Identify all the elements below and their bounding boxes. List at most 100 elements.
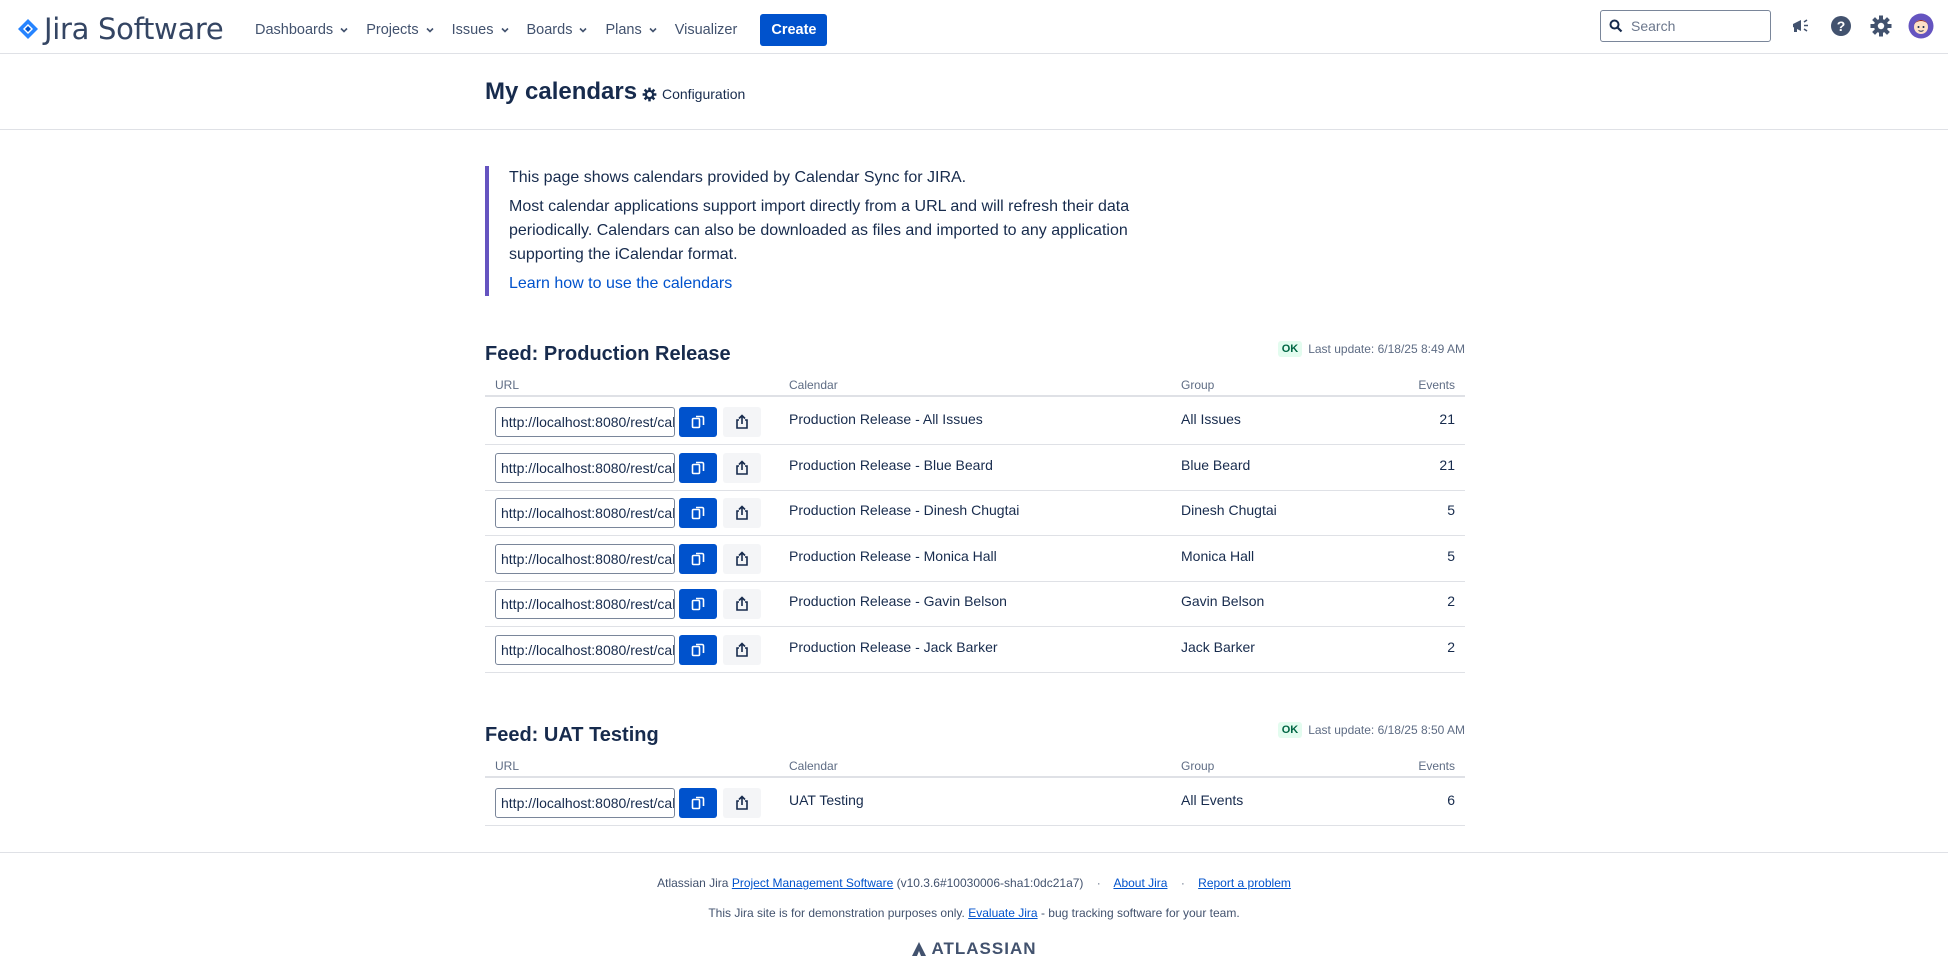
atlassian-triangle-icon	[912, 942, 927, 956]
group-name: Jack Barker	[1181, 638, 1255, 655]
feed-title: Feed: Production Release	[485, 343, 731, 365]
svg-text:?: ?	[1837, 18, 1846, 34]
download-calendar-button[interactable]	[723, 452, 761, 483]
about-jira-link[interactable]: About Jira	[1113, 876, 1167, 890]
col-events: Events	[1418, 378, 1455, 392]
copy-icon	[691, 796, 705, 810]
atlassian-logo[interactable]: ATLASSIAN	[0, 939, 1948, 959]
chevron-down-icon	[340, 27, 348, 33]
chevron-down-icon	[426, 27, 434, 33]
footer-version: (v10.3.6#10030006-sha1:0dc21a7)	[896, 876, 1084, 890]
feed-status: OK Last update: 6/18/25 8:49 AM	[1277, 341, 1465, 357]
table-row: Production Release - Dinesh Chugtai Dines…	[485, 490, 1465, 536]
copy-url-button[interactable]	[679, 543, 717, 574]
report-problem-link[interactable]: Report a problem	[1198, 876, 1291, 890]
table-row: Production Release - Blue Beard Blue Bear…	[485, 445, 1465, 491]
nav-plans[interactable]: Plans	[605, 17, 657, 43]
jira-diamond-icon	[18, 19, 38, 39]
download-calendar-button[interactable]	[723, 498, 761, 528]
footer: Atlassian Jira Project Management Softwa…	[0, 852, 1948, 974]
download-calendar-button[interactable]	[723, 634, 761, 665]
page-header: My calendars Configuration	[0, 54, 1948, 130]
group-name: Blue Beard	[1181, 456, 1251, 473]
feed-status: OK Last update: 6/18/25 8:50 AM	[1277, 722, 1465, 738]
table-row: Production Release - All Issues All Issue…	[485, 399, 1465, 445]
nav-projects[interactable]: Projects	[366, 17, 434, 43]
table-row: UAT Testing All Events 6	[485, 780, 1465, 826]
calendar-url-field[interactable]	[495, 634, 675, 665]
nav-label: Visualizer	[674, 22, 738, 38]
download-calendar-button[interactable]	[723, 589, 761, 619]
nav-label: Projects	[366, 22, 419, 38]
nav-visualizer[interactable]: Visualizer	[675, 17, 738, 43]
app-name: Jira Software	[44, 12, 224, 46]
copy-url-button[interactable]	[679, 589, 717, 619]
calendar-url-field[interactable]	[495, 452, 675, 483]
group-name: All Issues	[1181, 411, 1241, 427]
download-calendar-button[interactable]	[723, 788, 761, 818]
create-button[interactable]: Create	[760, 14, 828, 46]
copy-url-button[interactable]	[679, 498, 717, 528]
col-calendar: Calendar	[789, 378, 838, 392]
group-name: Gavin Belson	[1181, 593, 1265, 609]
export-icon	[736, 550, 748, 566]
info-line-2: Most calendar applications support impor…	[509, 198, 1130, 263]
copy-icon	[691, 597, 705, 611]
nav-dashboards[interactable]: Dashboards	[255, 17, 349, 43]
calendar-url-field[interactable]	[495, 788, 675, 818]
download-calendar-button[interactable]	[723, 543, 761, 574]
copy-url-button[interactable]	[679, 407, 717, 437]
chevron-down-icon	[649, 27, 657, 33]
learn-how-link[interactable]: Learn how to use the calendars	[509, 275, 732, 292]
user-avatar[interactable]	[1907, 12, 1935, 40]
copy-url-button[interactable]	[679, 452, 717, 483]
calendar-url-field[interactable]	[495, 407, 675, 437]
calendar-url-field[interactable]	[495, 543, 675, 574]
copy-icon	[691, 415, 705, 429]
help-icon[interactable]: ?	[1827, 12, 1855, 40]
footer-line-1: Atlassian Jira Project Management Softwa…	[0, 876, 1948, 890]
feed-production-release: Feed: Production Release OK Last update:…	[485, 341, 1465, 678]
col-events: Events	[1418, 759, 1455, 773]
page-title: My calendars	[485, 78, 638, 105]
last-update: Last update: 6/18/25 8:50 AM	[1308, 723, 1465, 737]
nav-issues[interactable]: Issues	[452, 17, 510, 43]
notifications-megaphone-icon[interactable]	[1787, 12, 1815, 40]
nav-boards[interactable]: Boards	[527, 17, 589, 43]
search-input[interactable]: Search	[1600, 10, 1771, 42]
col-group: Group	[1181, 378, 1215, 392]
feed-uat-testing: Feed: UAT Testing OK Last update: 6/18/2…	[485, 722, 1465, 834]
export-icon	[736, 795, 748, 810]
evaluate-jira-link[interactable]: Evaluate Jira	[968, 906, 1037, 920]
col-url: URL	[495, 378, 520, 392]
pm-software-link[interactable]: Project Management Software	[732, 876, 893, 890]
nav-label: Plans	[605, 22, 642, 38]
col-url: URL	[495, 759, 520, 773]
table-header: URL Calendar Group Events	[485, 375, 1465, 397]
calendar-name: Production Release - Dinesh Chugtai	[789, 502, 1020, 518]
calendar-url-field[interactable]	[495, 498, 675, 528]
status-badge: OK	[1277, 341, 1303, 357]
main-nav: Dashboards Projects Issues Boards Plans …	[255, 14, 828, 46]
nav-label: Boards	[526, 22, 573, 38]
group-name: Dinesh Chugtai	[1181, 502, 1277, 518]
event-count: 5	[1447, 547, 1455, 564]
col-group: Group	[1181, 759, 1215, 773]
calendar-name: Production Release - Monica Hall	[789, 547, 997, 564]
info-message: This page shows calendars provided by Ca…	[485, 166, 1145, 296]
event-count: 6	[1447, 792, 1455, 808]
table-row: Production Release - Monica Hall Monica H…	[485, 536, 1465, 582]
copy-url-button[interactable]	[679, 788, 717, 818]
table-row: Production Release - Gavin Belson Gavin B…	[485, 581, 1465, 627]
jira-logo[interactable]: Jira Software	[18, 12, 224, 46]
table-header: URL Calendar Group Events	[485, 756, 1465, 778]
export-icon	[736, 641, 748, 657]
download-calendar-button[interactable]	[723, 407, 761, 437]
copy-icon	[691, 461, 705, 474]
settings-gear-icon[interactable]	[1867, 12, 1895, 40]
search-placeholder: Search	[1631, 18, 1676, 34]
copy-url-button[interactable]	[679, 634, 717, 665]
separator-dot: ·	[1180, 876, 1185, 890]
configuration-link[interactable]: Configuration	[642, 86, 745, 102]
calendar-url-field[interactable]	[495, 589, 675, 619]
